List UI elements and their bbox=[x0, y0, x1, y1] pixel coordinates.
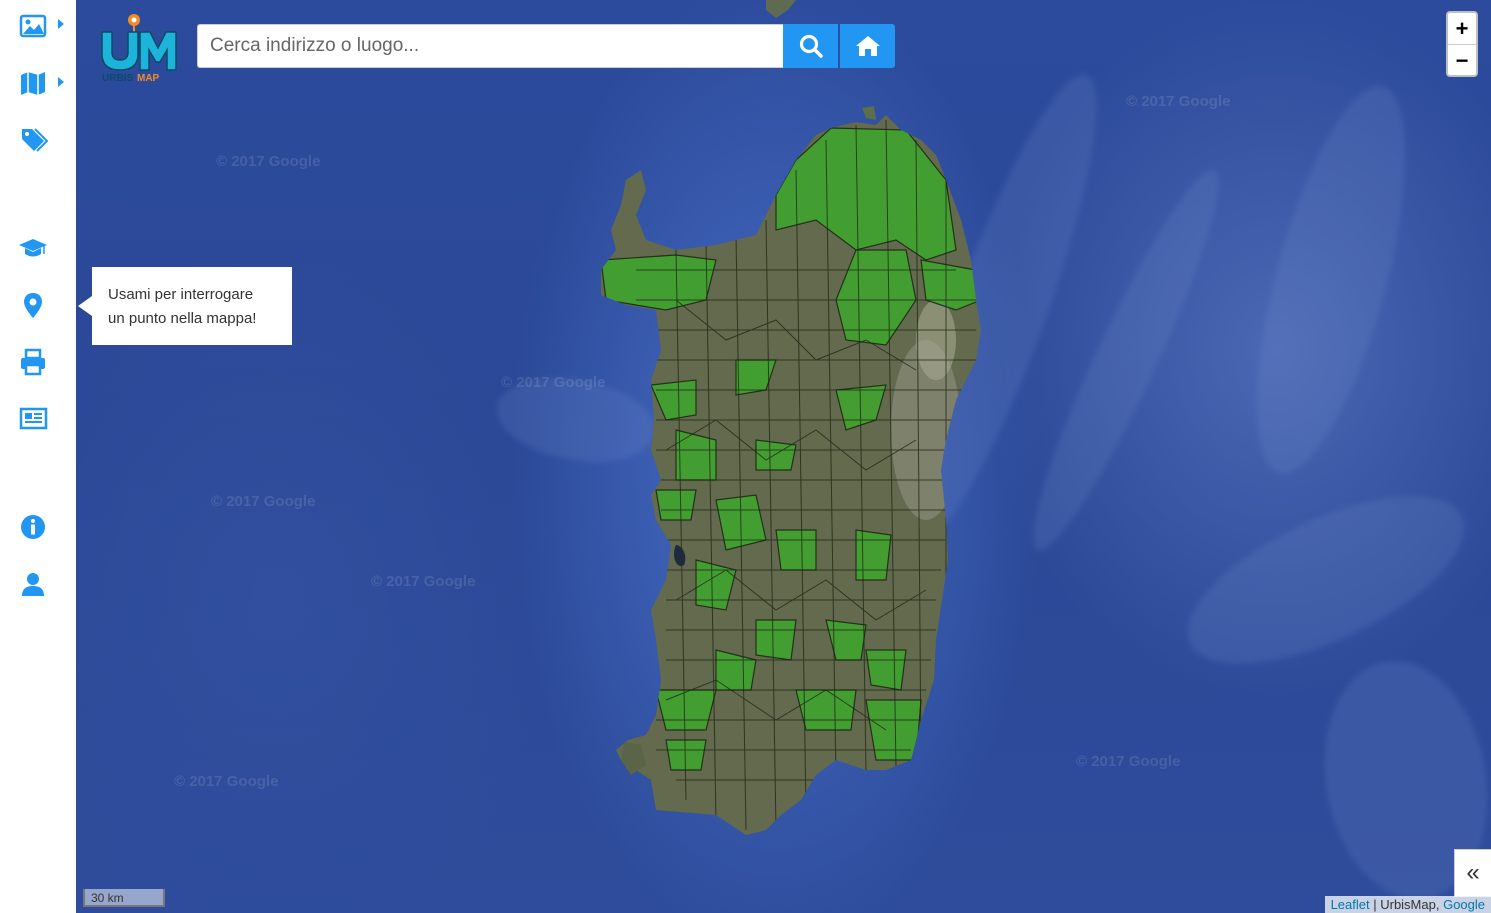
map-marker-icon bbox=[24, 293, 42, 318]
tooltip-line: Usami per interrogare bbox=[108, 286, 254, 303]
newspaper-icon bbox=[19, 407, 48, 430]
tags-icon bbox=[22, 128, 48, 152]
svg-text:MAP: MAP bbox=[137, 73, 160, 84]
user-button[interactable] bbox=[0, 562, 66, 606]
map-canvas[interactable]: © 2017 Google © 2017 Google © 2017 Googl… bbox=[76, 0, 1491, 913]
home-icon bbox=[855, 36, 880, 56]
graduation-cap-icon bbox=[19, 239, 47, 257]
zoom-in-button[interactable]: + bbox=[1448, 13, 1476, 45]
urbismap-logo[interactable]: URBIS MAP bbox=[98, 10, 180, 84]
image-icon bbox=[19, 14, 47, 38]
query-point-tooltip: Usami per interrogare un punto nella map… bbox=[78, 267, 292, 345]
info-button[interactable] bbox=[0, 505, 66, 549]
zoom-control: + − bbox=[1446, 11, 1478, 77]
google-link[interactable]: Google bbox=[1443, 897, 1485, 912]
sidebar bbox=[0, 0, 76, 913]
user-icon bbox=[22, 573, 44, 596]
query-point-button[interactable] bbox=[0, 283, 66, 327]
search-button[interactable] bbox=[783, 24, 838, 68]
map-attribution: Leaflet | UrbisMap, Google bbox=[1324, 896, 1491, 913]
leaflet-link[interactable]: Leaflet bbox=[1331, 897, 1370, 912]
zoom-out-button[interactable]: − bbox=[1448, 45, 1476, 76]
tags-button[interactable] bbox=[0, 118, 66, 162]
search-icon bbox=[799, 34, 823, 58]
caret-right-icon bbox=[58, 19, 64, 29]
map-icon bbox=[21, 72, 45, 95]
caret-right-icon bbox=[58, 77, 64, 87]
education-button[interactable] bbox=[0, 226, 66, 270]
news-button[interactable] bbox=[0, 396, 66, 440]
layers-button[interactable] bbox=[0, 61, 66, 105]
print-icon bbox=[21, 348, 45, 376]
collapse-panel-button[interactable]: « bbox=[1454, 849, 1491, 897]
print-button[interactable] bbox=[0, 340, 66, 384]
sardinia-island[interactable] bbox=[76, 0, 1491, 913]
search-input[interactable] bbox=[197, 24, 783, 68]
home-button[interactable] bbox=[840, 24, 895, 68]
basemap-button[interactable] bbox=[0, 4, 66, 48]
tooltip-line: un punto nella mappa! bbox=[108, 310, 257, 327]
attribution-text: | UrbisMap, bbox=[1369, 897, 1444, 912]
svg-text:URBIS: URBIS bbox=[102, 73, 133, 84]
info-icon bbox=[21, 515, 45, 539]
scale-bar: 30 km bbox=[83, 889, 165, 907]
